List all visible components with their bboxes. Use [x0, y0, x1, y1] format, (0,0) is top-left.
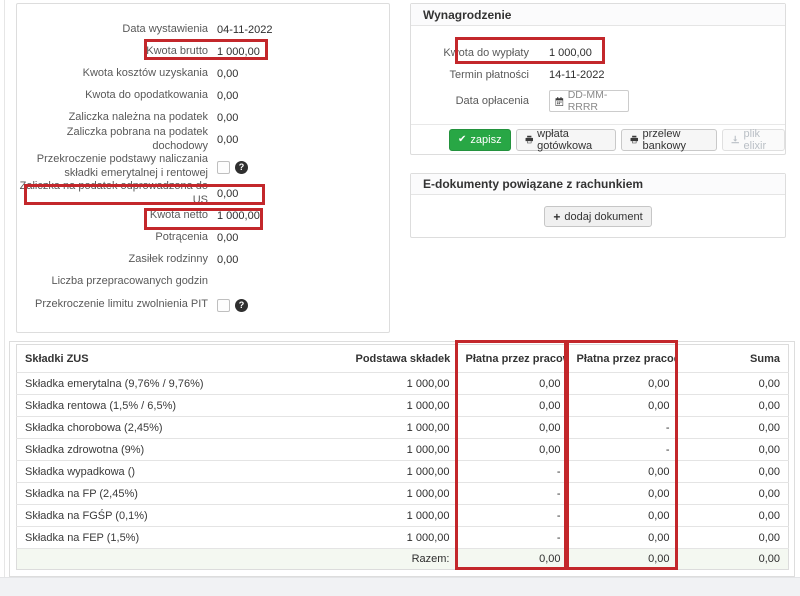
- net-amount-value: 1 000,00: [217, 210, 260, 222]
- payment-date-row: Data opłacenia DD-MM-RRRR: [411, 88, 785, 114]
- gross-amount-value: 1 000,00: [217, 46, 260, 58]
- due-date-label: Termin płatności: [423, 69, 529, 81]
- elixir-file-button[interactable]: plik elixir: [722, 129, 785, 151]
- base-limit-exceeded-label: Przekroczenie podstawy naliczania składk…: [17, 153, 208, 181]
- question-circle-icon[interactable]: ?: [235, 161, 248, 174]
- payout-value: 1 000,00: [549, 47, 592, 59]
- form-row-gross-amount: Kwota brutto 1 000,00: [17, 41, 389, 63]
- zus-contributions-table: Składki ZUS Podstawa składek Płatna prze…: [16, 344, 789, 570]
- table-header-row: Składki ZUS Podstawa składek Płatna prze…: [17, 345, 789, 373]
- check-icon: ✔: [458, 134, 466, 145]
- save-button[interactable]: ✔ zapisz: [449, 129, 511, 151]
- issue-date-label: Data wystawienia: [17, 23, 208, 37]
- col-header-sum: Suma: [678, 345, 789, 373]
- calendar-icon: [555, 96, 564, 107]
- hours-worked-label: Liczba przepracowanych godzin: [17, 275, 208, 289]
- table-row: Składka chorobowa (2,45%) 1 000,00 0,00 …: [17, 417, 789, 439]
- add-document-button[interactable]: + dodaj dokument: [544, 206, 651, 227]
- printer-icon: [525, 134, 534, 145]
- salary-panel-title: Wynagrodzenie: [411, 4, 785, 26]
- table-row: Składka wypadkowa () 1 000,00 - 0,00 0,0…: [17, 461, 789, 483]
- total-label: Razem:: [348, 549, 458, 570]
- form-row-cost-amount: Kwota kosztów uzyskania 0,00: [17, 63, 389, 85]
- form-row-tax-paid-us: Zaliczka na podatek odprowadzona do US 0…: [17, 183, 389, 205]
- table-row: Składka zdrowotna (9%) 1 000,00 0,00 - 0…: [17, 439, 789, 461]
- deductions-value: 0,00: [217, 232, 238, 244]
- col-header-paid-by-employee: Płatna przez pracownika: [458, 345, 569, 373]
- tax-due-label: Zaliczka należna na podatek: [17, 111, 208, 125]
- tax-paid-us-label: Zaliczka na podatek odprowadzona do US: [17, 180, 208, 208]
- net-amount-label: Kwota netto: [17, 209, 208, 223]
- download-icon: [731, 134, 739, 145]
- form-row-taxable-amount: Kwota do opodatkowania 0,00: [17, 85, 389, 107]
- col-header-paid-by-employer: Płatna przez pracodawcę: [569, 345, 678, 373]
- due-date-value: 14-11-2022: [549, 69, 604, 81]
- form-row-base-limit-exceeded: Przekroczenie podstawy naliczania składk…: [17, 151, 389, 183]
- table-row: Składka na FGŚP (0,1%) 1 000,00 - 0,00 0…: [17, 505, 789, 527]
- payout-row: Kwota do wypłaty 1 000,00: [411, 42, 785, 64]
- deductions-label: Potrącenia: [17, 231, 208, 245]
- zus-contributions-panel: Składki ZUS Podstawa składek Płatna prze…: [9, 341, 795, 577]
- table-total-row: Razem: 0,00 0,00 0,00: [17, 549, 789, 570]
- form-row-hours-worked: Liczba przepracowanych godzin: [17, 271, 389, 293]
- cost-amount-value: 0,00: [217, 68, 238, 80]
- col-header-base: Podstawa składek: [348, 345, 458, 373]
- form-row-tax-withheld: Zaliczka pobrana na podatek dochodowy 0,…: [17, 129, 389, 151]
- due-date-row: Termin płatności 14-11-2022: [411, 64, 785, 86]
- payout-label: Kwota do wypłaty: [423, 47, 529, 59]
- page-bottom-strip: [0, 577, 800, 596]
- cash-payment-button[interactable]: wpłata gotówkowa: [516, 129, 616, 151]
- form-row-pit-exemption: Przekroczenie limitu zwolnienia PIT ?: [17, 293, 389, 317]
- form-row-family-benefit: Zasiłek rodzinny 0,00: [17, 249, 389, 271]
- salary-actions: ✔ zapisz wpłata gotówkowa przelew bankow…: [411, 124, 785, 154]
- payment-date-input[interactable]: DD-MM-RRRR: [549, 90, 629, 112]
- form-row-deductions: Potrącenia 0,00: [17, 227, 389, 249]
- issue-date-value: 04-11-2022: [217, 24, 272, 36]
- col-header-contributions: Składki ZUS: [17, 345, 348, 373]
- form-row-issue-date: Data wystawienia 04-11-2022: [17, 19, 389, 41]
- pit-exemption-checkbox[interactable]: [217, 299, 230, 312]
- table-row: Składka na FP (2,45%) 1 000,00 - 0,00 0,…: [17, 483, 789, 505]
- bill-details-panel: Data wystawienia 04-11-2022 Kwota brutto…: [16, 3, 390, 333]
- tax-paid-us-value: 0,00: [217, 188, 238, 200]
- taxable-amount-value: 0,00: [217, 90, 238, 102]
- taxable-amount-label: Kwota do opodatkowania: [17, 89, 208, 103]
- family-benefit-label: Zasiłek rodzinny: [17, 253, 208, 267]
- base-limit-exceeded-checkbox[interactable]: [217, 161, 230, 174]
- edocuments-panel-title: E-dokumenty powiązane z rachunkiem: [411, 174, 785, 195]
- pit-exemption-label: Przekroczenie limitu zwolnienia PIT: [17, 298, 208, 312]
- tax-withheld-value: 0,00: [217, 134, 238, 146]
- gross-amount-label: Kwota brutto: [17, 45, 208, 59]
- tax-due-value: 0,00: [217, 112, 238, 124]
- payment-date-placeholder: DD-MM-RRRR: [568, 89, 623, 113]
- cost-amount-label: Kwota kosztów uzyskania: [17, 67, 208, 81]
- printer-icon: [630, 134, 639, 145]
- table-row: Składka rentowa (1,5% / 6,5%) 1 000,00 0…: [17, 395, 789, 417]
- table-row: Składka emerytalna (9,76% / 9,76%) 1 000…: [17, 373, 789, 395]
- question-circle-icon[interactable]: ?: [235, 299, 248, 312]
- page-left-edge: [4, 0, 5, 577]
- table-row: Składka na FEP (1,5%) 1 000,00 - 0,00 0,…: [17, 527, 789, 549]
- salary-panel: Wynagrodzenie Kwota do wypłaty 1 000,00 …: [410, 3, 786, 155]
- tax-withheld-label: Zaliczka pobrana na podatek dochodowy: [17, 126, 208, 154]
- payment-date-label: Data opłacenia: [423, 95, 529, 107]
- form-row-net-amount: Kwota netto 1 000,00: [17, 205, 389, 227]
- bank-transfer-button[interactable]: przelew bankowy: [621, 129, 717, 151]
- family-benefit-value: 0,00: [217, 254, 238, 266]
- edocuments-panel: E-dokumenty powiązane z rachunkiem + dod…: [410, 173, 786, 238]
- plus-icon: +: [553, 210, 560, 224]
